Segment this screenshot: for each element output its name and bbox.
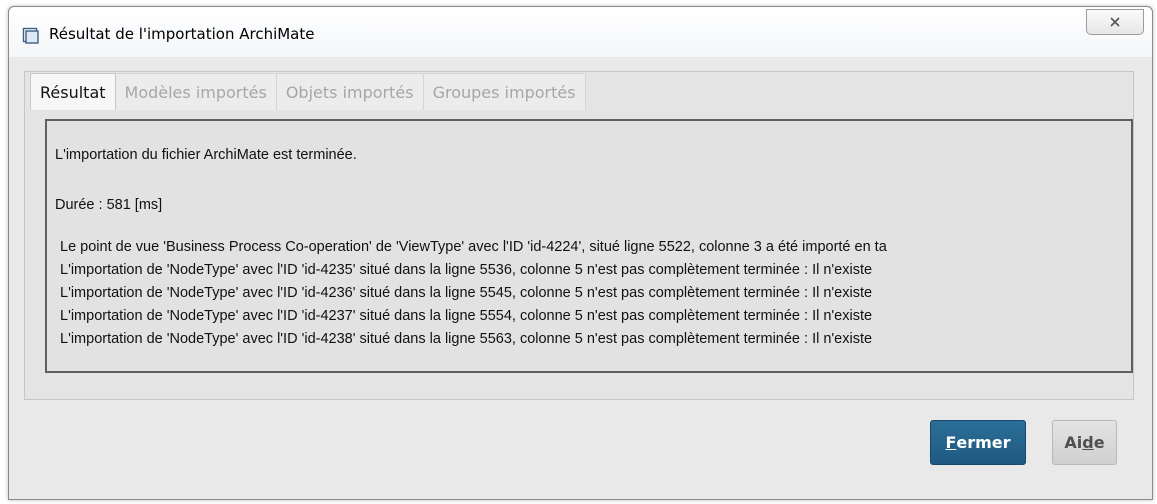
- window-close-button[interactable]: [1086, 9, 1144, 35]
- tab-modeles-importes[interactable]: Modèles importés: [114, 73, 277, 110]
- log-line: Le point de vue 'Business Process Co-ope…: [60, 239, 887, 255]
- log-line: L'importation de 'NodeType' avec l'ID 'i…: [60, 331, 873, 347]
- log-line: L'importation de 'NodeType' avec l'ID 'i…: [60, 308, 873, 324]
- close-button-label: ermer: [956, 433, 1011, 452]
- help-button-mnemonic: d: [1082, 433, 1094, 452]
- summary-text: L'importation du fichier ArchiMate est t…: [55, 147, 357, 163]
- tab-objets-importes[interactable]: Objets importés: [275, 73, 424, 110]
- tab-groupes-importes[interactable]: Groupes importés: [422, 73, 586, 110]
- result-text-area[interactable]: L'importation du fichier ArchiMate est t…: [45, 119, 1133, 373]
- title-bar[interactable]: Résultat de l'importation ArchiMate: [9, 7, 1152, 57]
- duration-text: Durée : 581 [ms]: [55, 197, 163, 213]
- help-button[interactable]: Ai d e: [1052, 420, 1117, 465]
- close-icon: [1110, 17, 1120, 27]
- window-title: Résultat de l'importation ArchiMate: [49, 25, 315, 43]
- help-button-label-start: Ai: [1064, 433, 1083, 452]
- close-button[interactable]: Fermer: [930, 420, 1026, 465]
- log-line: L'importation de 'NodeType' avec l'ID 'i…: [60, 262, 873, 278]
- tab-resultat[interactable]: Résultat: [30, 73, 116, 110]
- help-button-label-end: e: [1093, 433, 1105, 452]
- window-icon: [22, 27, 39, 44]
- close-button-mnemonic: F: [945, 433, 957, 452]
- tab-bar: Résultat Modèles importés Objets importé…: [30, 73, 586, 110]
- log-line: L'importation de 'NodeType' avec l'ID 'i…: [60, 285, 873, 301]
